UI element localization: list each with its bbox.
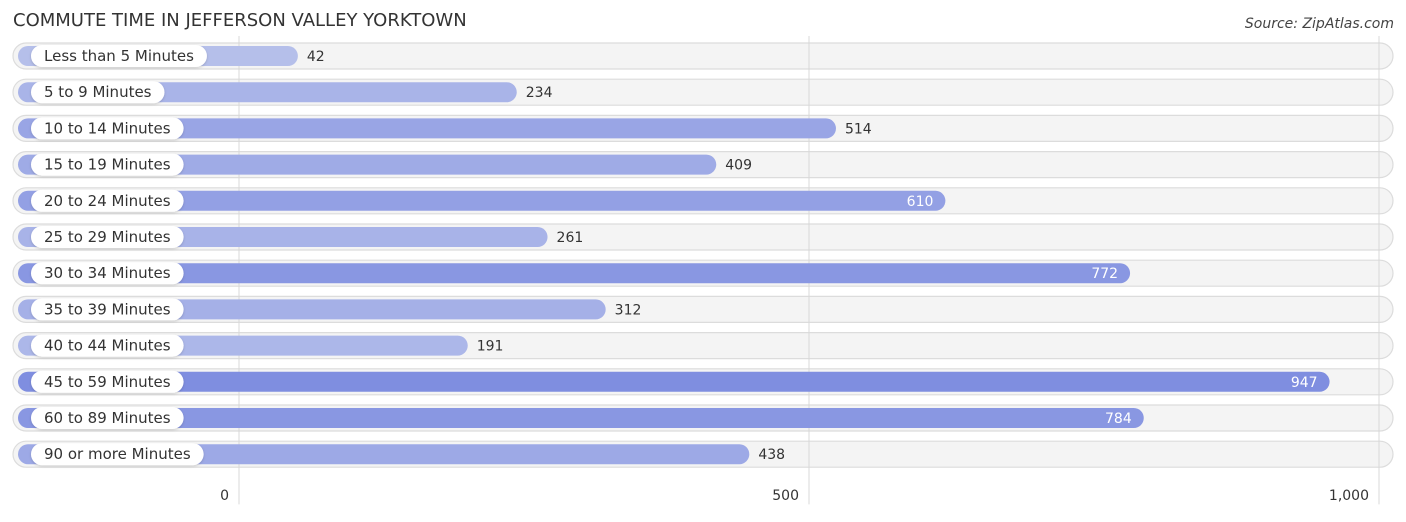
value-label: 438 (758, 447, 785, 463)
bar-group: 35 to 39 Minutes 312 (18, 298, 642, 321)
value-label: 234 (526, 85, 553, 101)
bar[interactable] (18, 408, 1144, 428)
category-label: 60 to 89 Minutes (44, 409, 171, 427)
bar-group: 60 to 89 Minutes 784 (18, 407, 1144, 429)
bar-group: 30 to 34 Minutes 772 (18, 262, 1131, 285)
category-label: Less than 5 Minutes (44, 47, 194, 65)
bar-group: 15 to 19 Minutes 409 (18, 153, 752, 176)
category-label: 40 to 44 Minutes (44, 337, 171, 355)
bar-group: 20 to 24 Minutes 610 (18, 189, 946, 212)
bar-group: 45 to 59 Minutes 947 (18, 370, 1330, 393)
category-label: 90 or more Minutes (44, 445, 191, 463)
bar-group: 5 to 9 Minutes 234 (18, 81, 553, 104)
category-label: 30 to 34 Minutes (44, 264, 171, 282)
category-label: 5 to 9 Minutes (44, 83, 152, 101)
bar-chart: Less than 5 Minutes 42 5 to 9 Minutes 234 10… (12, 36, 1394, 505)
x-tick-label: 500 (772, 488, 799, 504)
bar-group: Less than 5 Minutes 42 (18, 45, 325, 67)
value-label: 610 (907, 194, 934, 210)
bar[interactable] (18, 263, 1131, 284)
value-label: 261 (557, 230, 584, 246)
category-label: 25 to 29 Minutes (44, 228, 171, 246)
category-label: 45 to 59 Minutes (44, 373, 171, 391)
value-label: 784 (1105, 411, 1132, 427)
bar-group: 10 to 14 Minutes 514 (18, 117, 872, 140)
bar-group: 90 or more Minutes 438 (18, 443, 785, 466)
category-label: 10 to 14 Minutes (44, 119, 171, 137)
bar-group: 40 to 44 Minutes 191 (18, 334, 504, 357)
category-label: 15 to 19 Minutes (44, 156, 171, 174)
category-label: 35 to 39 Minutes (44, 300, 171, 318)
value-label: 514 (845, 121, 872, 137)
value-label: 191 (477, 339, 504, 355)
bar[interactable] (18, 371, 1330, 392)
bar-group: 25 to 29 Minutes 261 (18, 226, 583, 248)
value-label: 312 (615, 302, 642, 318)
value-label: 772 (1091, 266, 1118, 282)
value-label: 409 (725, 158, 752, 174)
category-label: 20 to 24 Minutes (44, 192, 171, 210)
value-label: 42 (307, 49, 325, 65)
x-tick-label: 1,000 (1329, 488, 1369, 504)
value-label: 947 (1291, 375, 1318, 391)
x-tick-label: 0 (220, 488, 229, 504)
